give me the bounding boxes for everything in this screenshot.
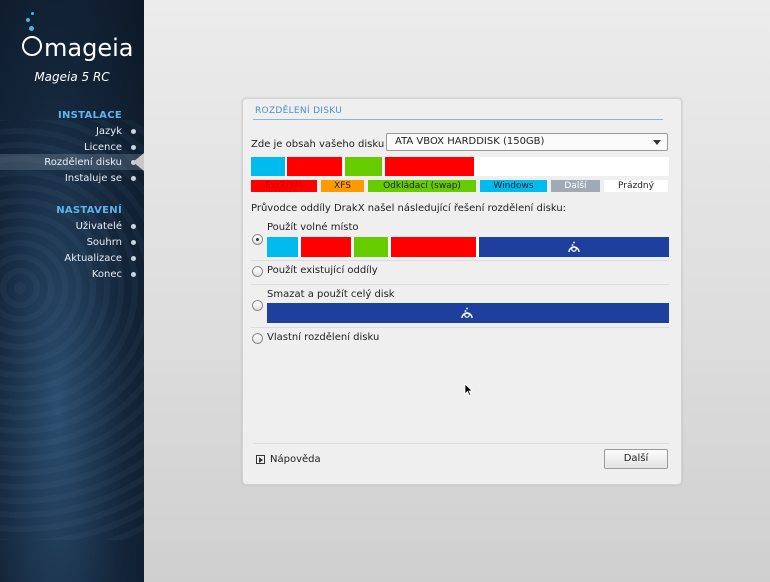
legend-ext: Ext2/3/4 [251, 180, 317, 192]
mageia-drop-icon [461, 307, 473, 319]
legend-other: Další [551, 180, 600, 192]
step-dot-icon [131, 272, 136, 277]
nav-item-installing: Instaluje se [64, 173, 122, 184]
sidebar: mageia Mageia 5 RC INSTALACE Jazyk Licen… [0, 0, 144, 582]
partition-ext[interactable] [391, 237, 476, 257]
dialog-title: ROZDĚLENÍ DISKU [255, 106, 343, 116]
partition-ext[interactable] [301, 237, 351, 257]
footer-separator [253, 443, 669, 444]
next-button[interactable]: Další [604, 449, 668, 469]
step-dot-icon [131, 145, 136, 150]
expander-icon [256, 455, 265, 464]
mageia-logo: mageia [10, 10, 140, 62]
step-dot-icon [131, 176, 136, 181]
partition-new-mageia[interactable] [479, 237, 669, 257]
partition-ext[interactable] [385, 157, 474, 176]
radio-erase-disk[interactable] [252, 300, 263, 311]
radio-use-existing[interactable] [252, 266, 263, 277]
triangle-right-icon [259, 457, 263, 463]
chevron-down-icon [653, 140, 661, 145]
version-label: Mageia 5 RC [34, 70, 110, 84]
legend-xfs: XFS [321, 180, 364, 192]
wizard-hint: Průvodce oddíly DrakX našel následující … [251, 203, 567, 214]
nav-item-summary: Souhrn [86, 237, 122, 248]
disk-label: Zde je obsah vašeho disku [251, 139, 385, 150]
logo-drop-icon [26, 18, 30, 22]
option-separator [251, 327, 669, 328]
radio-selected-dot [256, 238, 259, 241]
logo-drop-icon [31, 12, 34, 15]
step-dot-icon [131, 129, 136, 134]
logo-drop-icon [29, 26, 34, 31]
proposed-disk-map-free-space [267, 237, 669, 257]
nav-item-partitioning: Rozdělení disku [44, 157, 122, 168]
help-label: Nápověda [270, 454, 321, 465]
partition-swap[interactable] [345, 157, 382, 176]
help-toggle[interactable]: Nápověda [256, 454, 321, 465]
proposed-disk-map-erase[interactable] [267, 303, 669, 323]
nav-item-finish: Konec [91, 269, 122, 280]
legend-swap: Odkládací (swap) [368, 180, 476, 192]
legend-empty: Prázdný [604, 180, 668, 192]
option-use-existing-label[interactable]: Použít existující oddíly [267, 265, 378, 276]
logo-text: mageia [44, 34, 134, 62]
option-separator [251, 260, 669, 261]
step-dot-icon [131, 224, 136, 229]
active-step-arrow-icon [133, 153, 144, 171]
nav-item-users: Uživatelé [75, 221, 122, 232]
option-use-free-space-label[interactable]: Použít volné místo [267, 222, 359, 233]
section-title-settings: NASTAVENÍ [56, 205, 122, 216]
partition-windows[interactable] [251, 157, 285, 176]
current-disk-map [251, 157, 669, 176]
mouse-pointer-icon [464, 383, 474, 397]
option-custom-label[interactable]: Vlastní rozdělení disku [267, 332, 379, 343]
mageia-drop-icon [568, 241, 580, 253]
step-dot-icon [131, 256, 136, 261]
disk-select[interactable]: ATA VBOX HARDDISK (150GB) [386, 133, 668, 151]
title-underline [253, 119, 663, 120]
disk-select-value: ATA VBOX HARDDISK (150GB) [395, 136, 545, 147]
partition-swap[interactable] [354, 237, 388, 257]
step-dot-icon [131, 240, 136, 245]
partition-ext[interactable] [287, 157, 342, 176]
nav-item-language: Jazyk [95, 126, 122, 137]
section-title-install: INSTALACE [57, 110, 122, 121]
radio-custom[interactable] [252, 333, 263, 344]
radio-use-free-space[interactable] [252, 234, 263, 245]
partitioning-dialog: ROZDĚLENÍ DISKU Zde je obsah vašeho disk… [242, 98, 682, 485]
logo-ring-icon [22, 36, 42, 56]
option-erase-disk-label[interactable]: Smazat a použít celý disk [267, 289, 395, 300]
legend-windows: Windows [480, 180, 547, 192]
nav-item-updates: Aktualizace [64, 253, 122, 264]
nav-item-license: Licence [84, 142, 122, 153]
partition-windows[interactable] [267, 237, 298, 257]
option-separator [251, 284, 669, 285]
